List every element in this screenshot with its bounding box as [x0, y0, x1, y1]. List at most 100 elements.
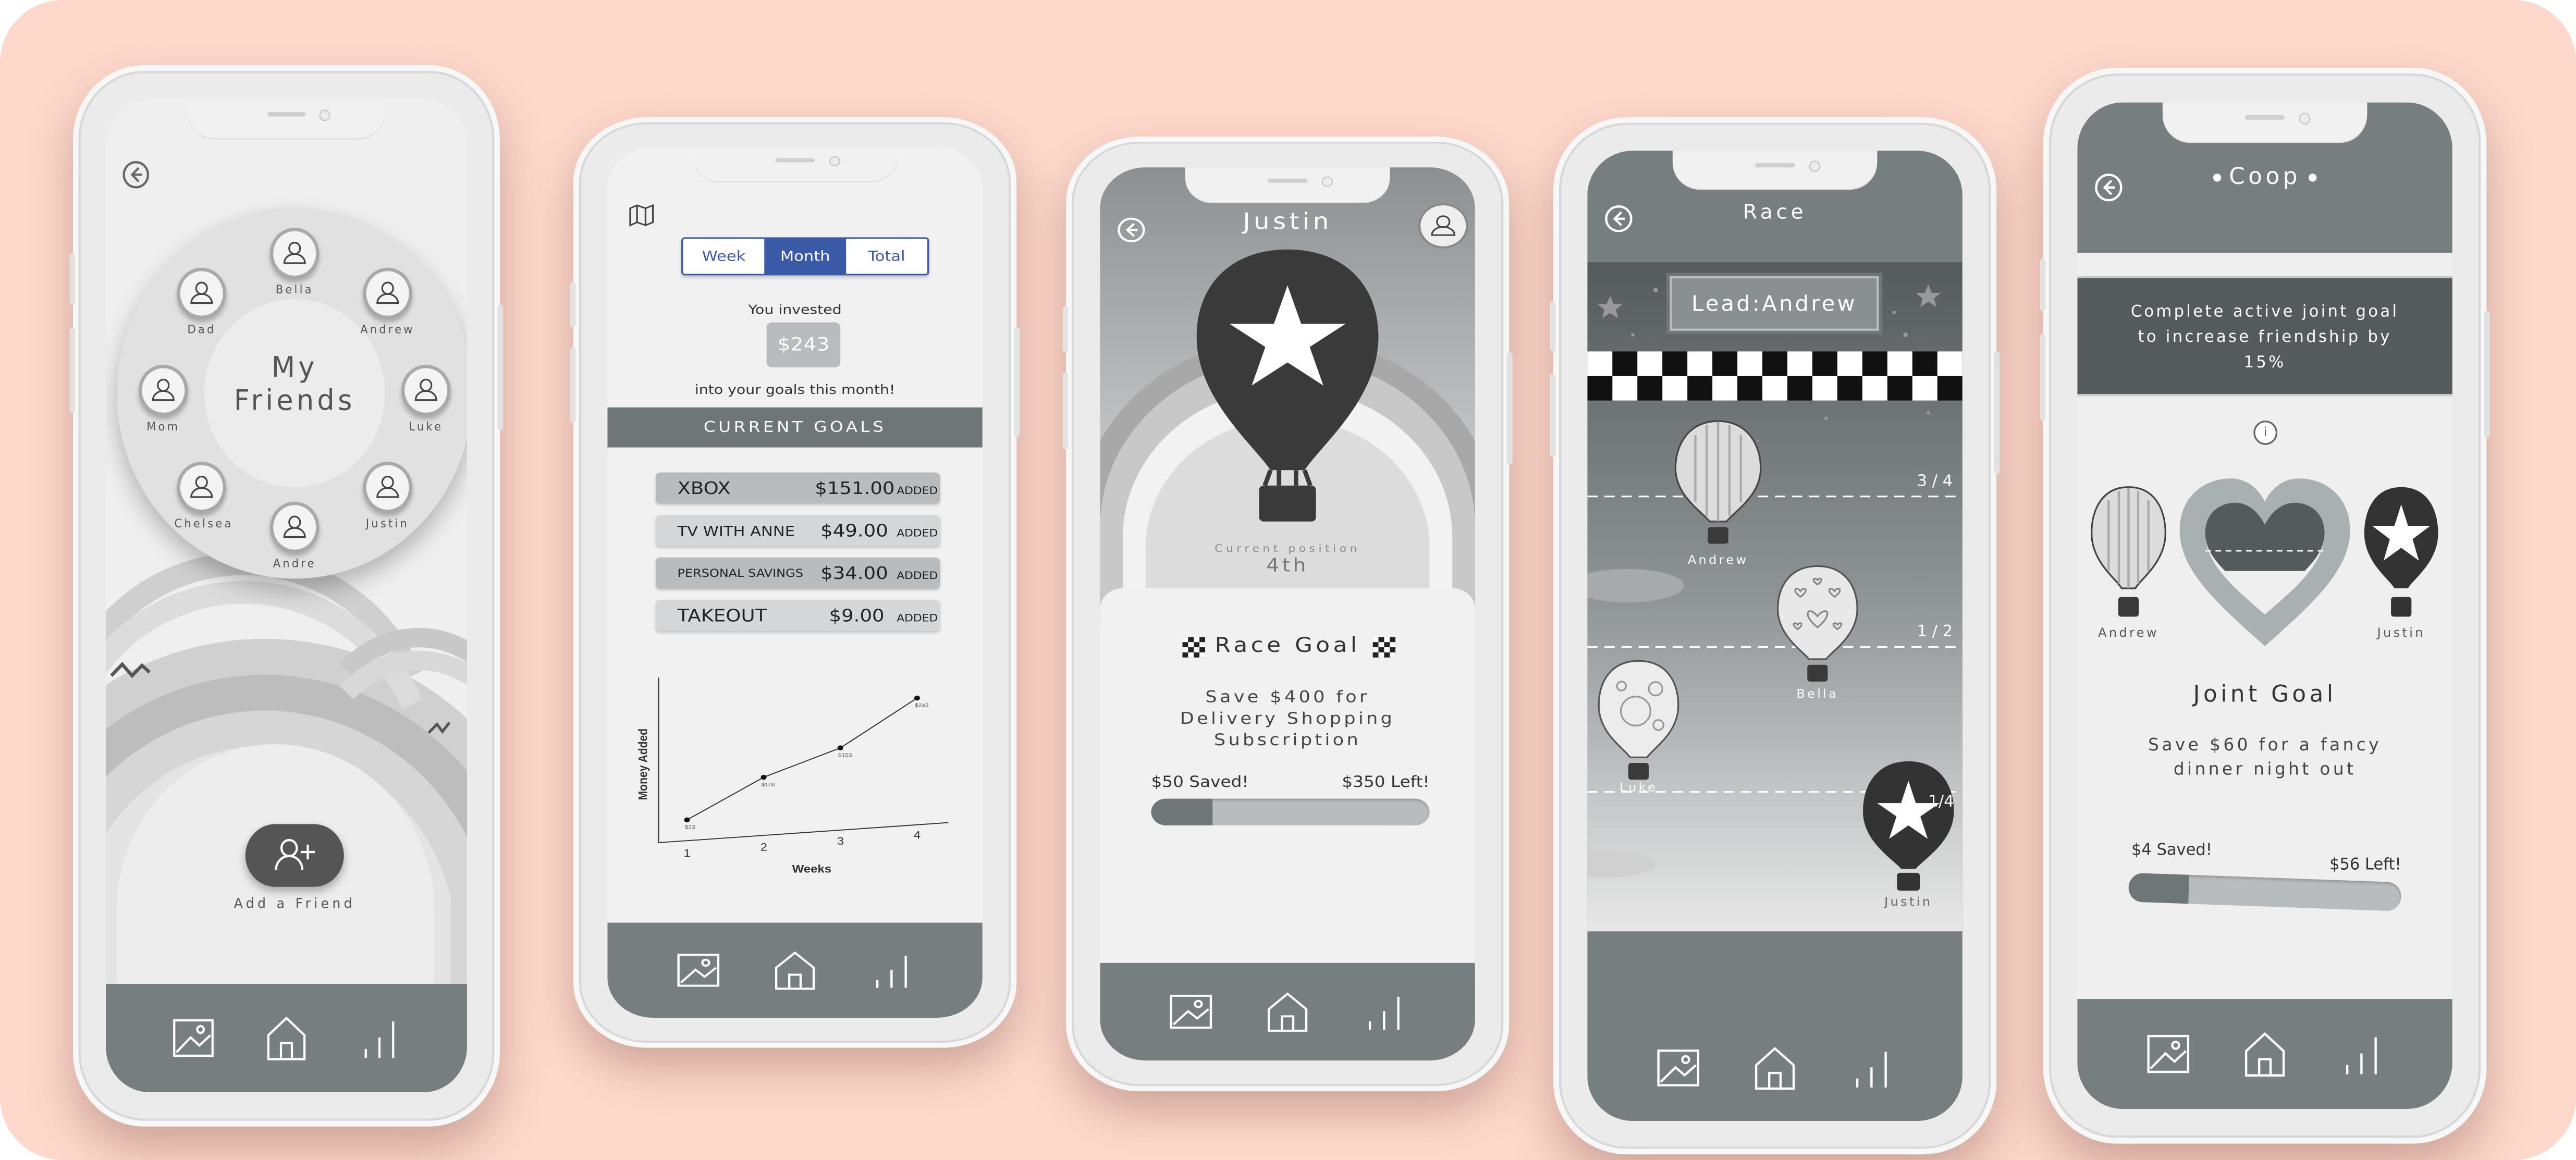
- finish-line-square: [1912, 351, 1937, 376]
- user-icon: [270, 501, 320, 553]
- home-icon[interactable]: [262, 1013, 311, 1064]
- x-tick-label: 1: [683, 847, 690, 859]
- back-button[interactable]: [121, 159, 151, 190]
- gallery-icon[interactable]: [1653, 1043, 1704, 1093]
- saved-label: $50 Saved!: [1151, 773, 1249, 791]
- friend-node[interactable]: Luke: [399, 364, 453, 439]
- finish-line-square: [1887, 376, 1912, 401]
- position-label: Current position: [1215, 542, 1360, 554]
- racer-name: Luke: [1619, 781, 1658, 795]
- left-label: $350 Left!: [1342, 773, 1430, 791]
- goal-row[interactable]: PERSONAL SAVINGS $34.00 ADDED: [656, 557, 940, 589]
- add-friend-button[interactable]: [245, 824, 344, 887]
- banner-text: Complete active joint goal to increase f…: [2130, 301, 2399, 372]
- finish-line-square: [1637, 376, 1663, 401]
- data-point: [684, 817, 690, 823]
- gallery-icon[interactable]: [2143, 1028, 2194, 1080]
- finish-line-square: [1762, 376, 1788, 401]
- phone-friends: My Friends Bella Andrew Luke Justin Andr…: [69, 65, 504, 1127]
- user-icon: [177, 268, 227, 319]
- finish-line-square: [1612, 376, 1638, 401]
- x-axis: [658, 822, 949, 843]
- stats-icon[interactable]: [1358, 989, 1409, 1035]
- map-icon[interactable]: [628, 202, 656, 227]
- friend-node[interactable]: Justin: [360, 461, 415, 536]
- stats-icon[interactable]: [355, 1013, 404, 1064]
- finish-line-square: [1812, 376, 1837, 401]
- tab-month[interactable]: Month: [764, 239, 846, 274]
- finish-line-square: [1787, 351, 1813, 376]
- finish-line-square: [1837, 351, 1862, 376]
- data-point: [760, 774, 767, 780]
- back-button[interactable]: [1603, 204, 1634, 234]
- current-goals-header: CURRENT GOALS: [607, 407, 983, 448]
- data-label: $243: [915, 702, 929, 708]
- invested-amount-badge: $243: [766, 322, 841, 367]
- friend-node[interactable]: Andrew: [360, 268, 415, 342]
- user-icon: [363, 461, 412, 513]
- user-icon: [177, 461, 227, 513]
- tab-bar: [607, 922, 983, 1018]
- lead-badge: Lead:Andrew: [1670, 276, 1879, 331]
- finish-line-square: [1737, 351, 1763, 376]
- info-icon[interactable]: i: [2253, 421, 2278, 445]
- goal-row[interactable]: TV WITH ANNE $49.00 ADDED: [656, 515, 940, 546]
- friend-node[interactable]: Dad: [175, 268, 229, 342]
- x-tick-label: 3: [837, 835, 844, 847]
- finish-line-square: [1812, 351, 1837, 376]
- finish-line-square: [1637, 351, 1663, 376]
- stats-icon[interactable]: [1846, 1043, 1897, 1093]
- star-balloon-icon: [1196, 249, 1379, 522]
- home-icon[interactable]: [1262, 989, 1313, 1035]
- friend-node[interactable]: Andre: [267, 501, 322, 576]
- goal-amount: $151.00: [815, 478, 895, 499]
- user-icon: [401, 364, 451, 416]
- add-friend-label: Add a Friend: [234, 895, 355, 911]
- goal-row[interactable]: XBOX $151.00 ADDED: [656, 472, 940, 504]
- finish-line-square: [1662, 376, 1688, 401]
- home-icon[interactable]: [1749, 1043, 1800, 1093]
- friend-node[interactable]: Bella: [267, 228, 322, 302]
- stats-icon[interactable]: [866, 948, 917, 993]
- x-tick-label: 2: [760, 841, 767, 853]
- user-icon: [1431, 215, 1456, 236]
- finish-line-square: [1937, 376, 1962, 401]
- finish-line-square: [1887, 351, 1912, 376]
- back-button[interactable]: [2093, 172, 2124, 203]
- goal-card: Race Goal Save $400 for Delivery Shoppin…: [1100, 588, 1475, 979]
- data-point: [914, 695, 920, 701]
- joint-progress-bar: [2128, 872, 2402, 911]
- finish-line-square: [1912, 376, 1937, 401]
- user-icon: [363, 268, 412, 319]
- tab-total[interactable]: Total: [846, 239, 927, 274]
- gallery-icon[interactable]: [673, 948, 724, 993]
- striped-balloon-icon: [2091, 486, 2166, 617]
- position-value: 4th: [1266, 554, 1309, 576]
- tab-week[interactable]: Week: [683, 239, 764, 274]
- gallery-icon[interactable]: [169, 1013, 218, 1064]
- data-label: $100: [762, 782, 776, 787]
- finish-line-square: [1937, 351, 1962, 376]
- money-added-chart: $23 1 $100 2 $153 3 $243 4 Weeks Money Added: [636, 677, 949, 875]
- friend-name: Bella: [275, 282, 314, 297]
- goal-row[interactable]: TAKEOUT $9.00 ADDED: [656, 600, 940, 631]
- gallery-icon[interactable]: [1166, 989, 1217, 1035]
- back-button[interactable]: [1116, 216, 1147, 244]
- y-axis-label: Money Added: [636, 729, 650, 800]
- friend-node[interactable]: Mom: [136, 364, 191, 439]
- friend-node[interactable]: Chelsea: [175, 461, 231, 536]
- stats-icon[interactable]: [2336, 1028, 2387, 1080]
- goal-name: TAKEOUT: [677, 606, 767, 626]
- right-friend-name: Justin: [2377, 626, 2425, 640]
- saved-label: $4 Saved!: [2131, 840, 2213, 859]
- avatar-button[interactable]: [1418, 203, 1468, 249]
- joint-goal-description: Save $60 for a fancy dinner night out: [2148, 734, 2382, 780]
- home-icon[interactable]: [2239, 1028, 2290, 1080]
- friend-name: Andre: [273, 556, 316, 571]
- goal-tag: ADDED: [897, 484, 938, 497]
- phone-profile: Justin Current position 4th Race Goal Sa…: [1062, 137, 1513, 1092]
- race-title: Race: [1743, 201, 1807, 224]
- home-icon[interactable]: [769, 948, 820, 993]
- goal-name: PERSONAL SAVINGS: [677, 567, 803, 580]
- data-point: [837, 745, 843, 750]
